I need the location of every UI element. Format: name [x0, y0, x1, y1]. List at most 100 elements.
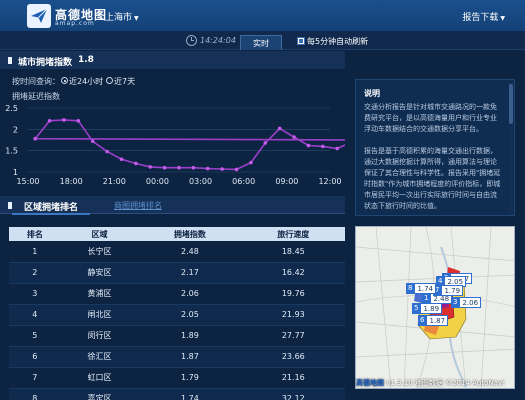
data-point[interactable] [62, 118, 66, 122]
index-cell: 2.48 [138, 241, 242, 263]
active-tab-indicator [12, 213, 90, 215]
rank-cell: 2 [9, 262, 61, 284]
map-district-marker[interactable]: 3 2.06 [451, 297, 482, 308]
series-line [33, 119, 345, 171]
data-point[interactable] [47, 119, 52, 123]
data-point[interactable] [292, 135, 296, 139]
data-point[interactable] [105, 149, 109, 154]
map-marker-rank: 8 [406, 283, 415, 294]
report-download-menu[interactable]: 报告下载 ▼ [462, 10, 505, 23]
index-cell: 1.79 [138, 367, 242, 389]
amap-logo[interactable] [27, 4, 51, 28]
map-district-marker[interactable]: 7 1.79 [433, 285, 464, 296]
tab-realtime[interactable]: 实时 [240, 35, 282, 50]
district-cell: 虹口区 [60, 367, 139, 389]
rank-cell: 3 [9, 283, 61, 305]
congestion-line-chart: 拥堵延迟指数 2.5 2 1.5 1 15:00 18:00 21:00 00:00 03:0… [5, 91, 345, 186]
data-point[interactable] [306, 143, 311, 148]
index-cell: 2.05 [138, 304, 242, 326]
data-point[interactable] [335, 146, 339, 151]
table-row[interactable]: 1 长宁区 2.48 18.45 [9, 241, 345, 263]
map-credit-text: v1.3.10 地图数据 ©2014 AutoNavi [386, 379, 504, 387]
data-point[interactable] [134, 161, 138, 166]
city-selector[interactable]: 上海市 ▼ [105, 10, 139, 23]
radio-24h-label[interactable]: 近24小时 [69, 76, 103, 87]
data-point[interactable] [162, 165, 167, 170]
data-point[interactable] [148, 165, 153, 169]
map-marker-rank: 6 [418, 315, 427, 326]
table-row[interactable]: 4 闸北区 2.05 21.93 [9, 304, 345, 326]
table-row[interactable]: 5 闵行区 1.89 27.77 [9, 325, 345, 347]
report-download-label: 报告下载 [462, 13, 499, 23]
y-tick-label: 2 [13, 125, 18, 134]
data-point[interactable] [263, 141, 268, 145]
district-map[interactable]: 12.4822.1732.0642.0551.8961.8771.7981.74 [355, 226, 515, 389]
tab-district-ranking[interactable]: 区域拥堵排名 [24, 200, 78, 213]
district-cell: 黄浦区 [60, 283, 139, 305]
rank-cell: 8 [9, 388, 61, 400]
speed-cell: 23.66 [241, 346, 345, 368]
col-speed[interactable]: 旅行速度 [241, 227, 345, 241]
y-tick-label: 2.5 [5, 104, 18, 113]
speed-cell: 16.42 [241, 262, 345, 284]
auto-refresh-checkbox[interactable] [297, 37, 305, 45]
rank-cell: 1 [9, 241, 61, 263]
table-row[interactable]: 8 嘉定区 1.74 32.12 [9, 388, 345, 400]
time-query-label: 按时间查询： [12, 77, 60, 86]
data-point[interactable] [76, 119, 81, 123]
data-point[interactable] [234, 167, 239, 172]
notes-panel: 说明 交通分析报告是针对城市交通路况的一款免费研究平台，是以高德海量用户和行业专… [355, 79, 515, 216]
col-rank[interactable]: 排名 [9, 227, 61, 241]
data-point[interactable] [220, 167, 224, 171]
table-row[interactable]: 3 黄浦区 2.06 19.76 [9, 283, 345, 305]
city-label: 上海市 [105, 13, 133, 23]
x-tick-label: 03:00 [189, 177, 212, 186]
index-cell: 2.06 [138, 283, 242, 305]
tab-business-district-ranking[interactable]: 商圈拥堵排名 [114, 200, 162, 211]
data-point[interactable] [249, 160, 253, 165]
map-district-marker[interactable]: 8 1.74 [406, 283, 437, 294]
y-axis-label: 拥堵延迟指数 [12, 91, 60, 101]
map-district-marker[interactable]: 6 1.87 [418, 315, 449, 326]
index-cell: 2.17 [138, 262, 242, 284]
radio-24h[interactable] [61, 77, 68, 84]
map-marker-value: 1.79 [441, 285, 464, 296]
map-marker-value: 1.87 [426, 315, 449, 326]
caret-down-icon: ▼ [134, 15, 139, 22]
y-tick-label: 1 [13, 168, 18, 177]
table-row[interactable]: 7 虹口区 1.79 21.16 [9, 367, 345, 389]
data-point[interactable] [321, 144, 325, 149]
district-cell: 长宁区 [60, 241, 139, 263]
district-cell: 闸北区 [60, 304, 139, 326]
district-cell: 嘉定区 [60, 388, 139, 400]
caret-down-icon: ▼ [500, 15, 505, 22]
map-marker-rank: 3 [451, 297, 460, 308]
table-row[interactable]: 6 徐汇区 1.87 23.66 [9, 346, 345, 368]
auto-refresh-label: 每5分钟自动刷新 [307, 37, 369, 46]
map-credit-brand: 高德地图 [356, 379, 384, 387]
district-cell: 闵行区 [60, 325, 139, 347]
x-tick-label: 15:00 [16, 177, 39, 186]
map-district-marker[interactable]: 5 1.89 [412, 303, 443, 314]
x-tick-label: 21:00 [103, 177, 126, 186]
data-point[interactable] [205, 166, 210, 171]
radio-7d[interactable] [106, 77, 113, 84]
col-district[interactable]: 区域 [60, 227, 139, 241]
map-marker-value: 1.74 [414, 283, 437, 294]
table-row[interactable]: 2 静安区 2.17 16.42 [9, 262, 345, 284]
data-point[interactable] [177, 165, 181, 170]
data-point[interactable] [191, 165, 196, 170]
rank-cell: 7 [9, 367, 61, 389]
col-index[interactable]: 拥堵指数 [138, 227, 242, 241]
radio-7d-label[interactable]: 近7天 [114, 76, 135, 87]
data-point[interactable] [277, 126, 282, 131]
data-point[interactable] [33, 136, 37, 141]
notes-paragraph-1: 交通分析报告是针对城市交通路况的一款免费研究平台，是以高德海量用户和行业专业浮动… [364, 103, 497, 133]
notes-scrollbar-thumb[interactable] [509, 84, 513, 124]
speed-cell: 21.93 [241, 304, 345, 326]
data-point[interactable] [119, 157, 124, 161]
data-point[interactable] [90, 139, 95, 144]
section-marker-icon [8, 202, 12, 209]
notes-title: 说明 [364, 89, 380, 98]
speed-cell: 27.77 [241, 325, 345, 347]
